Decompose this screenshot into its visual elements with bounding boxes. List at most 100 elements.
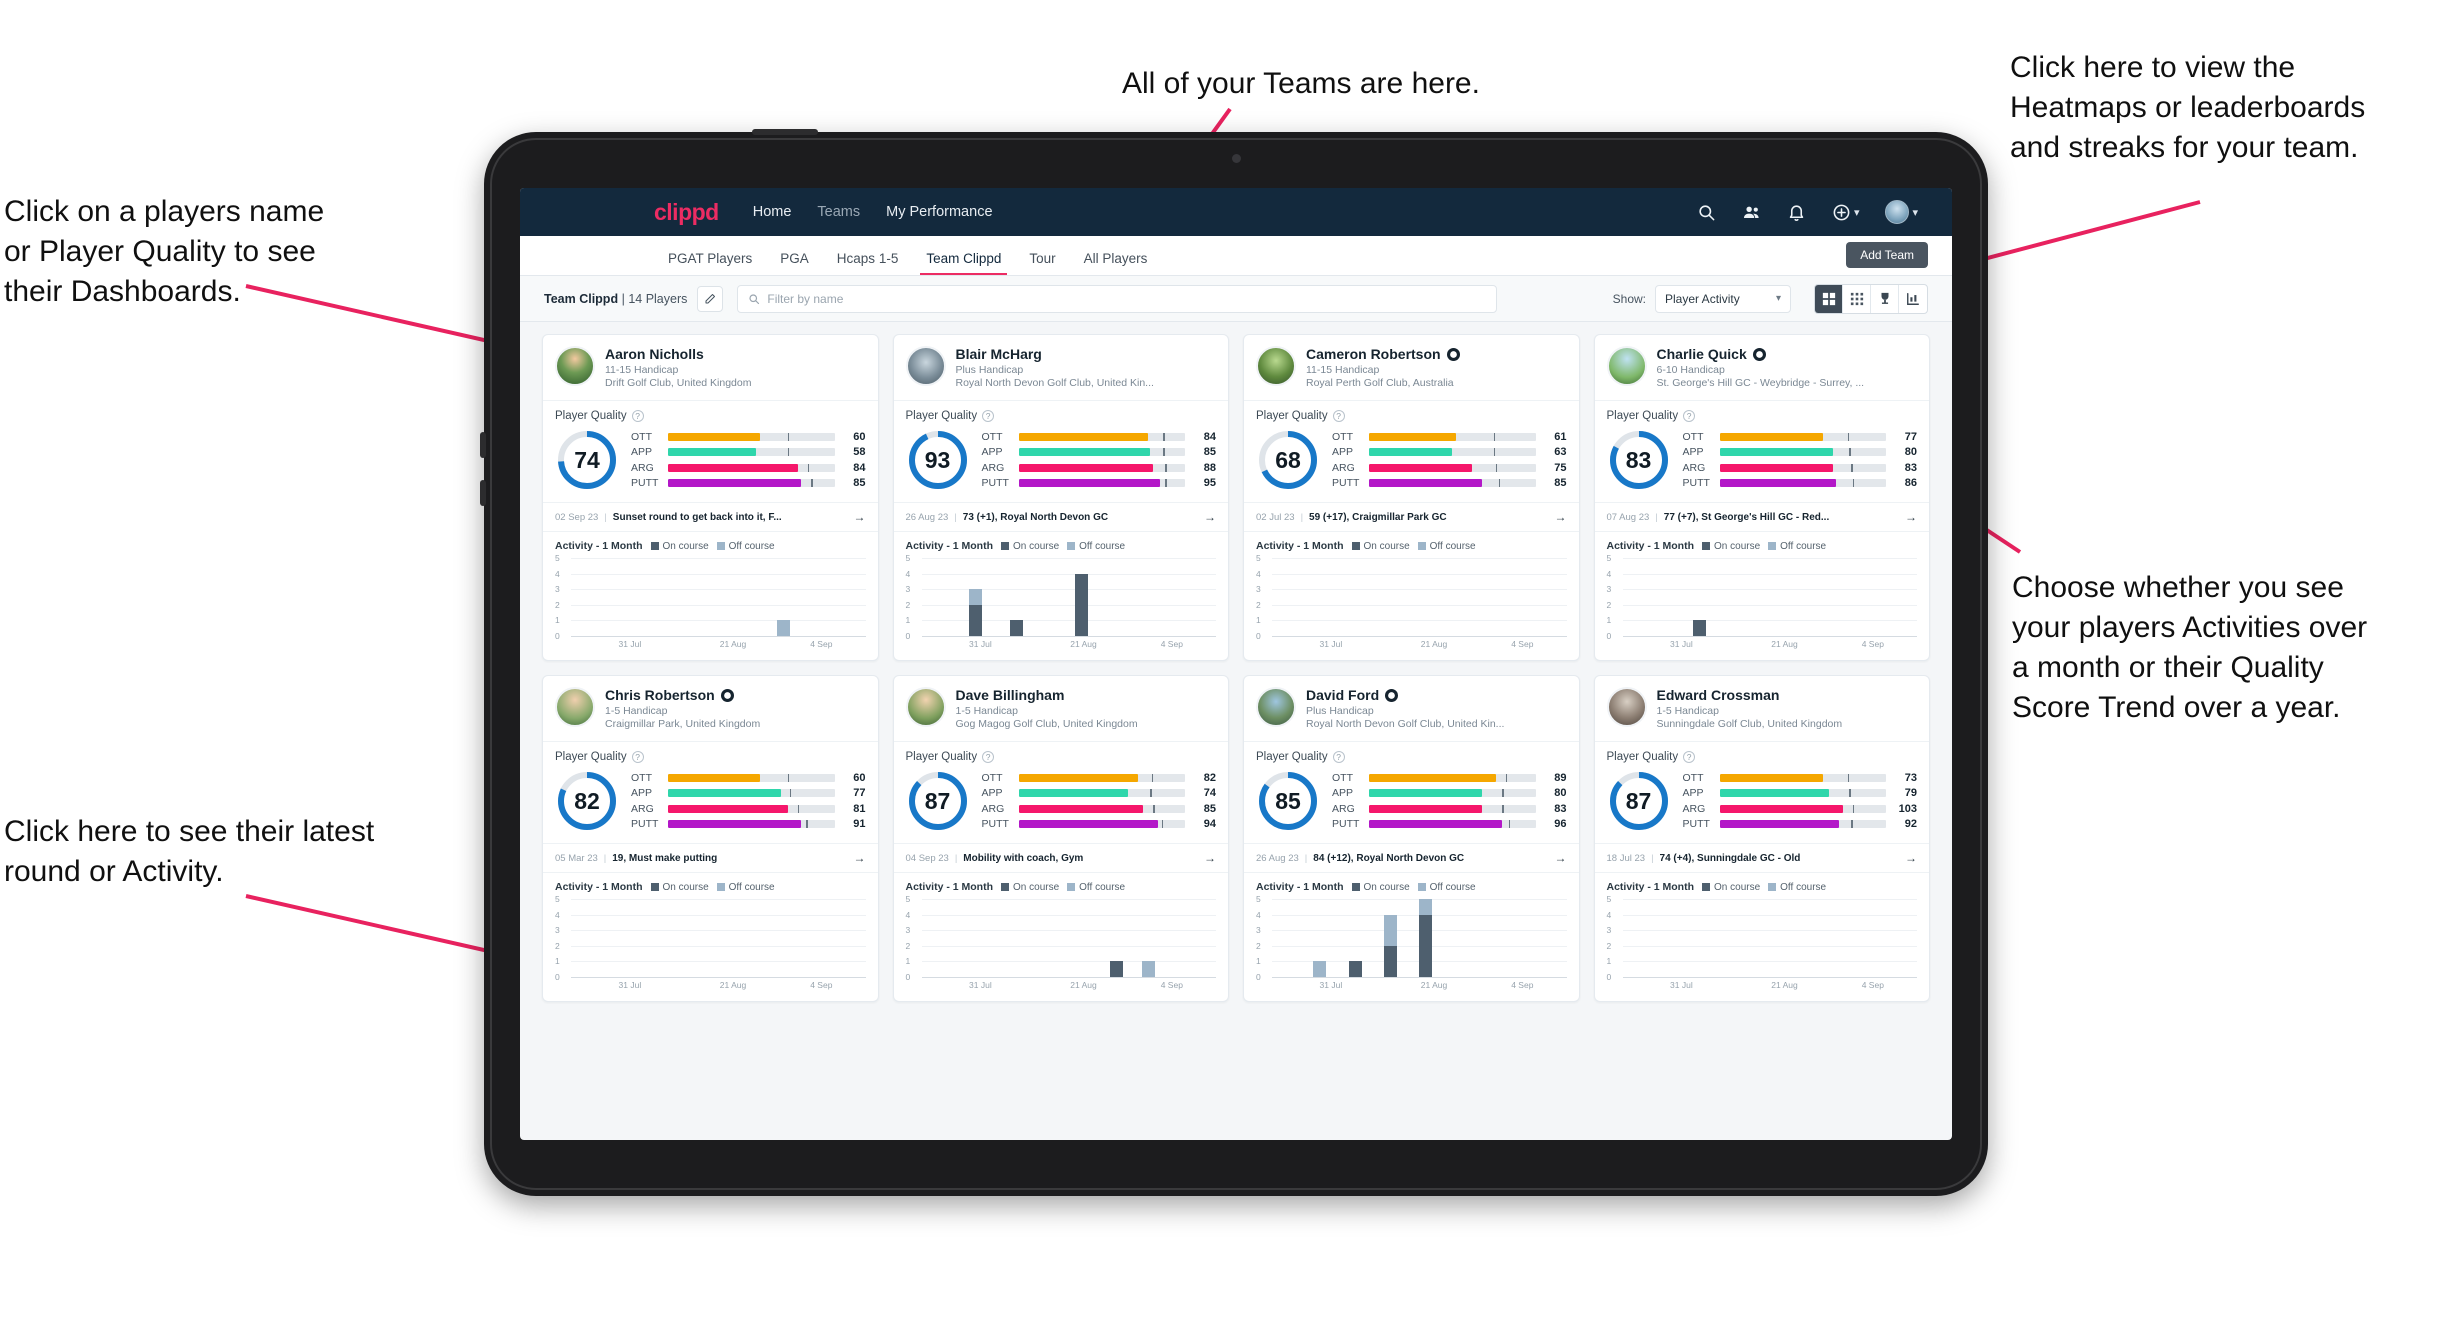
show-select[interactable]: Player Activity ▾ <box>1655 284 1791 313</box>
player-card-header[interactable]: Edward Crossman 1-5 Handicap Sunningdale G… <box>1595 676 1930 741</box>
arrow-right-icon[interactable]: → <box>854 851 866 865</box>
avatar[interactable] <box>1606 346 1647 386</box>
nav-item-teams[interactable]: Teams <box>817 204 860 220</box>
player-card[interactable]: David Ford Plus Handicap Royal North Devon… <box>1243 675 1580 1002</box>
help-icon[interactable]: ? <box>1683 410 1696 422</box>
player-card-header[interactable]: Chris Robertson 1-5 Handicap Craigmillar P… <box>543 676 878 741</box>
player-name[interactable]: Charlie Quick <box>1657 346 1747 362</box>
avatar[interactable] <box>905 687 946 727</box>
player-card-header[interactable]: Aaron Nicholls 11-15 Handicap Drift Golf C… <box>543 335 878 400</box>
tab-team-clippd[interactable]: Team Clippd <box>912 251 1015 275</box>
player-card-header[interactable]: Dave Billingham 1-5 Handicap Gog Magog Gol… <box>894 676 1229 741</box>
player-name[interactable]: David Ford <box>1306 687 1379 703</box>
latest-round-row[interactable]: 05 Mar 23 | 19, Must make putting → <box>543 843 878 873</box>
help-icon[interactable]: ? <box>982 410 995 422</box>
latest-round-row[interactable]: 02 Sep 23 | Sunset round to get back into … <box>543 502 878 532</box>
latest-round-row[interactable]: 26 Aug 23 | 84 (+12), Royal North Devon GC… <box>1244 843 1579 873</box>
player-name-row[interactable]: Chris Robertson <box>605 687 760 703</box>
player-name[interactable]: Dave Billingham <box>956 687 1065 703</box>
volume-up-button[interactable] <box>480 432 486 458</box>
help-icon[interactable]: ? <box>982 751 995 763</box>
edit-team-button[interactable] <box>697 285 724 312</box>
latest-round-row[interactable]: 18 Jul 23 | 74 (+4), Sunningdale GC - Old → <box>1594 843 1929 873</box>
volume-down-button[interactable] <box>480 480 486 506</box>
player-card-header[interactable]: David Ford Plus Handicap Royal North Devon… <box>1244 676 1579 741</box>
quality-score-ring[interactable]: 68 <box>1256 428 1320 492</box>
player-quality-section[interactable]: Player Quality? 87 OTT 82 APP 74 ARG 85 PUTT 94 <box>894 742 1229 843</box>
player-name-row[interactable]: David Ford <box>1306 687 1504 703</box>
player-name[interactable]: Aaron Nicholls <box>605 346 704 362</box>
tab-pgat-players[interactable]: PGAT Players <box>654 251 766 275</box>
player-name-row[interactable]: Blair McHarg <box>956 346 1154 362</box>
player-quality-section[interactable]: Player Quality? 82 OTT 60 APP 77 ARG 81 PUTT 91 <box>543 742 878 843</box>
arrow-right-icon[interactable]: → <box>1905 510 1917 524</box>
quality-score-ring[interactable]: 83 <box>1607 428 1671 492</box>
avatar[interactable] <box>1256 687 1296 727</box>
quality-score-ring[interactable]: 74 <box>555 428 619 492</box>
help-icon[interactable]: ? <box>1332 410 1345 422</box>
player-card[interactable]: Edward Crossman 1-5 Handicap Sunningdale G… <box>1593 675 1930 1002</box>
arrow-right-icon[interactable]: → <box>1555 510 1567 524</box>
player-quality-section[interactable]: Player Quality? 85 OTT 89 APP 80 ARG 83 PUTT 96 <box>1244 742 1579 843</box>
people-icon[interactable] <box>1742 203 1761 222</box>
help-icon[interactable]: ? <box>631 410 644 422</box>
brand-logo[interactable]: clippd <box>654 199 719 226</box>
player-quality-section[interactable]: Player Quality? 93 OTT 84 APP 85 ARG 88 PUTT 95 <box>894 401 1229 502</box>
avatar[interactable]: ▾ <box>1885 200 1918 224</box>
search-input[interactable]: Filter by name <box>737 284 1498 313</box>
power-button[interactable] <box>752 129 818 135</box>
tab-hcaps-1-5[interactable]: Hcaps 1-5 <box>823 251 913 275</box>
player-card[interactable]: Dave Billingham 1-5 Handicap Gog Magog Gol… <box>892 675 1229 1002</box>
player-card[interactable]: Blair McHarg Plus Handicap Royal North Dev… <box>892 334 1229 661</box>
player-card[interactable]: Aaron Nicholls 11-15 Handicap Drift Golf C… <box>542 334 879 661</box>
player-name[interactable]: Edward Crossman <box>1657 687 1780 703</box>
bell-icon[interactable] <box>1787 203 1806 222</box>
trophy-icon[interactable] <box>1871 284 1899 313</box>
player-card-header[interactable]: Cameron Robertson 11-15 Handicap Royal Per… <box>1244 335 1579 400</box>
player-name[interactable]: Cameron Robertson <box>1306 346 1441 362</box>
tab-all-players[interactable]: All Players <box>1070 251 1162 275</box>
plus-circle-icon[interactable]: ▾ <box>1832 203 1859 222</box>
help-icon[interactable]: ? <box>631 751 644 763</box>
player-name-row[interactable]: Edward Crossman <box>1657 687 1843 703</box>
player-quality-section[interactable]: Player Quality? 68 OTT 61 APP 63 ARG 75 PUTT 85 <box>1244 401 1579 502</box>
tab-pga[interactable]: PGA <box>766 251 823 275</box>
split-view-icon[interactable] <box>1815 284 1843 313</box>
search-icon[interactable] <box>1697 203 1716 222</box>
player-name-row[interactable]: Aaron Nicholls <box>605 346 751 362</box>
arrow-right-icon[interactable]: → <box>1555 851 1567 865</box>
help-icon[interactable]: ? <box>1683 751 1696 763</box>
player-name[interactable]: Chris Robertson <box>605 687 715 703</box>
add-team-button[interactable]: Add Team <box>1846 242 1928 268</box>
tab-tour[interactable]: Tour <box>1015 251 1069 275</box>
player-card[interactable]: Cameron Robertson 11-15 Handicap Royal Per… <box>1243 334 1580 661</box>
player-card-header[interactable]: Charlie Quick 6-10 Handicap St. George's H… <box>1595 335 1930 400</box>
arrow-right-icon[interactable]: → <box>1204 510 1216 524</box>
grid-view-icon[interactable] <box>1843 284 1871 313</box>
chart-icon[interactable] <box>1899 285 1927 313</box>
latest-round-row[interactable]: 26 Aug 23 | 73 (+1), Royal North Devon GC → <box>893 502 1228 532</box>
player-card[interactable]: Charlie Quick 6-10 Handicap St. George's H… <box>1593 334 1930 661</box>
player-quality-section[interactable]: Player Quality? 87 OTT 73 APP 79 ARG 103 PUTT 92 <box>1595 742 1930 843</box>
arrow-right-icon[interactable]: → <box>1204 851 1216 865</box>
quality-score-ring[interactable]: 85 <box>1256 769 1320 833</box>
avatar[interactable] <box>555 687 595 727</box>
arrow-right-icon[interactable]: → <box>854 510 866 524</box>
avatar[interactable] <box>555 346 595 386</box>
quality-score-ring[interactable]: 93 <box>906 428 970 492</box>
quality-score-ring[interactable]: 87 <box>1607 769 1671 833</box>
player-quality-section[interactable]: Player Quality? 83 OTT 77 APP 80 ARG 83 PUTT 86 <box>1595 401 1930 502</box>
nav-item-my-performance[interactable]: My Performance <box>886 204 992 220</box>
arrow-right-icon[interactable]: → <box>1905 851 1917 865</box>
player-name-row[interactable]: Cameron Robertson <box>1306 346 1460 362</box>
player-card-header[interactable]: Blair McHarg Plus Handicap Royal North Dev… <box>894 335 1229 400</box>
chevron-down-icon[interactable]: ▾ <box>1912 206 1918 219</box>
avatar[interactable] <box>1256 346 1296 386</box>
quality-score-ring[interactable]: 82 <box>555 769 619 833</box>
player-name-row[interactable]: Charlie Quick <box>1657 346 1865 362</box>
player-name[interactable]: Blair McHarg <box>956 346 1042 362</box>
player-quality-section[interactable]: Player Quality? 74 OTT 60 APP 58 ARG 84 PUTT 85 <box>543 401 878 502</box>
latest-round-row[interactable]: 04 Sep 23 | Mobility with coach, Gym → <box>893 843 1228 873</box>
help-icon[interactable]: ? <box>1332 751 1345 763</box>
latest-round-row[interactable]: 07 Aug 23 | 77 (+7), St George's Hill GC -… <box>1594 502 1929 532</box>
